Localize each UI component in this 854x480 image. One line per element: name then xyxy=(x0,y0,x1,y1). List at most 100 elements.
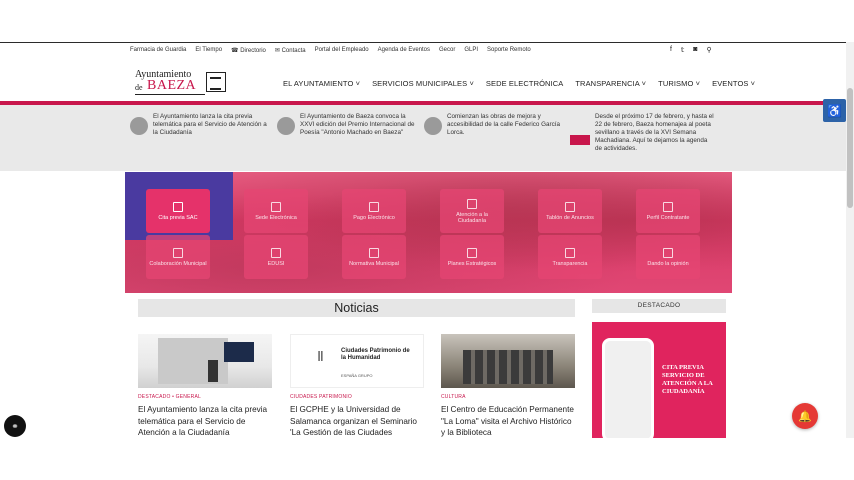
logo-de: de xyxy=(135,83,143,92)
service-label: Normativa Municipal xyxy=(349,260,399,267)
destacado-title: DESTACADO xyxy=(637,302,681,309)
service-tile-pago[interactable]: Pago Electrónico xyxy=(342,189,406,233)
util-link-contacta[interactable]: ✉ Contacta xyxy=(275,47,306,54)
util-link-soporte[interactable]: Soporte Remoto xyxy=(487,47,531,54)
util-link-gecor[interactable]: Gecor xyxy=(439,47,455,54)
util-link-tiempo[interactable]: El Tiempo xyxy=(195,47,222,54)
destacado-banner[interactable]: CITA PREVIA SERVICIO DE ATENCIÓN A LA CI… xyxy=(592,322,726,438)
nav-eventos[interactable]: EVENTOS ˅ xyxy=(712,79,755,88)
service-tile-transparencia[interactable]: Transparencia xyxy=(538,235,602,279)
ticker-item[interactable]: El Ayuntamiento lanza la cita previa tel… xyxy=(130,113,270,137)
service-tile-perfil[interactable]: Perfil Contratante xyxy=(636,189,700,233)
news-card[interactable]: Ⅱ Ciudades Patrimonio de la Humanidad ES… xyxy=(290,334,424,439)
scrollbar-thumb[interactable] xyxy=(847,88,853,208)
service-tile-atencion[interactable]: Atención a la Ciudadanía xyxy=(440,189,504,233)
news-image: Ⅱ Ciudades Patrimonio de la Humanidad ES… xyxy=(290,334,424,388)
bottom-blank-strip xyxy=(0,438,854,480)
folder-icon xyxy=(565,247,575,258)
ticker-thumbnail xyxy=(130,117,148,135)
service-label: Dando la opinión xyxy=(647,260,689,267)
search-icon[interactable]: ⚲ xyxy=(706,46,711,54)
util-link-contacta-label: Contacta xyxy=(281,48,306,54)
id-card-icon xyxy=(173,247,183,258)
service-tile-colaboracion[interactable]: Colaboración Municipal xyxy=(146,235,210,279)
news-category[interactable]: CIUDADES PATRIMONIO xyxy=(290,394,424,400)
news-title[interactable]: El Ayuntamiento lanza la cita previa tel… xyxy=(138,404,272,439)
service-tile-cita-previa[interactable]: Cita previa SAC xyxy=(146,189,210,233)
gcphe-logo-sub: ESPAÑA GRUPO xyxy=(341,373,373,378)
news-title[interactable]: El GCPHE y la Universidad de Salamanca o… xyxy=(290,404,424,439)
utility-links: Farmacia de Guardia El Tiempo ☎ Director… xyxy=(130,47,531,54)
chart-icon xyxy=(467,247,477,258)
noticias-title: Noticias xyxy=(334,301,379,315)
nav-servicios[interactable]: SERVICIOS MUNICIPALES ˅ xyxy=(372,79,474,88)
service-label: Tablón de Anuncios xyxy=(546,214,594,221)
service-tile-edusi[interactable]: EDUSI xyxy=(244,235,308,279)
gcphe-logo-icon: Ⅱ xyxy=(317,350,324,365)
service-tile-tablon[interactable]: Tablón de Anuncios xyxy=(538,189,602,233)
util-link-agenda[interactable]: Agenda de Eventos xyxy=(378,47,430,54)
ticker-item[interactable]: Desde el próximo 17 de febrero, y hasta … xyxy=(570,113,716,153)
briefcase-icon xyxy=(663,201,673,212)
cookie-settings-icon[interactable]: ⚭ xyxy=(4,415,26,437)
ticker-text: Comienzan las obras de mejora y accesibi… xyxy=(447,113,561,136)
service-label: Planes Estratégicos xyxy=(447,260,497,267)
news-card[interactable]: DESTACADO • GENERAL El Ayuntamiento lanz… xyxy=(138,334,272,439)
logo-baeza: BAEZA xyxy=(147,78,197,93)
site-logo[interactable]: Ayuntamiento de BAEZA xyxy=(133,69,233,97)
list-icon xyxy=(565,201,575,212)
news-card[interactable]: CULTURA El Centro de Educación Permanent… xyxy=(441,334,575,439)
ticker-thumbnail xyxy=(570,135,590,145)
ticker-text: Desde el próximo 17 de febrero, y hasta … xyxy=(595,113,714,152)
facebook-icon[interactable]: f xyxy=(670,46,672,54)
browser-viewport: Farmacia de Guardia El Tiempo ☎ Director… xyxy=(0,0,854,480)
nav-transparencia[interactable]: TRANSPARENCIA ˅ xyxy=(575,79,646,88)
utility-bar: Farmacia de Guardia El Tiempo ☎ Director… xyxy=(0,43,846,61)
service-tile-sede[interactable]: Sede Electrónica xyxy=(244,189,308,233)
service-label: Sede Electrónica xyxy=(255,214,297,221)
news-category[interactable]: CULTURA xyxy=(441,394,575,400)
flag-icon xyxy=(271,247,281,258)
instagram-icon[interactable]: ◙ xyxy=(693,46,697,54)
util-link-glpi[interactable]: GLPI xyxy=(464,47,478,54)
service-label: Cita previa SAC xyxy=(158,214,198,221)
monitor-icon xyxy=(271,201,281,212)
ticker-item[interactable]: Comienzan las obras de mejora y accesibi… xyxy=(424,113,564,137)
util-link-portal-empleado[interactable]: Portal del Empleado xyxy=(315,47,369,54)
logo-underline xyxy=(135,94,205,95)
service-tile-opinion[interactable]: Dando la opinión xyxy=(636,235,700,279)
logo-crest-icon xyxy=(206,72,226,92)
ticker-thumbnail xyxy=(277,117,295,135)
ticker-item[interactable]: El Ayuntamiento de Baeza convoca la XXVI… xyxy=(277,113,417,137)
ticker-text: El Ayuntamiento lanza la cita previa tel… xyxy=(153,113,267,136)
service-label: Transparencia xyxy=(552,260,588,267)
top-blank-strip xyxy=(0,0,854,42)
page-scrollbar[interactable] xyxy=(846,42,854,438)
news-ticker: El Ayuntamiento lanza la cita previa tel… xyxy=(0,105,846,171)
site-header: Ayuntamiento de BAEZA EL AYUNTAMIENTO ˅ … xyxy=(0,61,846,101)
nav-ayuntamiento[interactable]: EL AYUNTAMIENTO ˅ xyxy=(283,79,360,88)
chat-icon xyxy=(663,247,673,258)
news-category[interactable]: DESTACADO • GENERAL xyxy=(138,394,272,400)
service-tile-normativa[interactable]: Normativa Municipal xyxy=(342,235,406,279)
twitter-icon[interactable]: 𝕥 xyxy=(681,46,684,54)
destacado-header: DESTACADO xyxy=(592,299,726,313)
gcphe-logo-text: Ciudades Patrimonio de la Humanidad xyxy=(341,348,410,361)
service-label: Pago Electrónico xyxy=(353,214,395,221)
nav-sede[interactable]: SEDE ELECTRÓNICA xyxy=(486,79,563,88)
users-icon xyxy=(467,198,477,209)
service-tile-planes[interactable]: Planes Estratégicos xyxy=(440,235,504,279)
credit-card-icon xyxy=(369,201,379,212)
util-link-directorio[interactable]: ☎ Directorio xyxy=(231,47,266,54)
nav-turismo[interactable]: TURISMO ˅ xyxy=(658,79,700,88)
noticias-header: Noticias xyxy=(138,299,575,317)
news-image xyxy=(138,334,272,388)
notification-bell-icon[interactable]: 🔔 xyxy=(792,403,818,429)
service-label: Perfil Contratante xyxy=(646,214,690,221)
util-link-farmacia[interactable]: Farmacia de Guardia xyxy=(130,47,186,54)
news-title[interactable]: El Centro de Educación Permanente "La Lo… xyxy=(441,404,575,439)
services-panel: Cita previa SAC Sede Electrónica Pago El… xyxy=(125,172,732,293)
accessibility-icon[interactable]: ♿ xyxy=(823,99,846,122)
phone-illustration xyxy=(602,338,654,438)
ticker-thumbnail xyxy=(424,117,442,135)
